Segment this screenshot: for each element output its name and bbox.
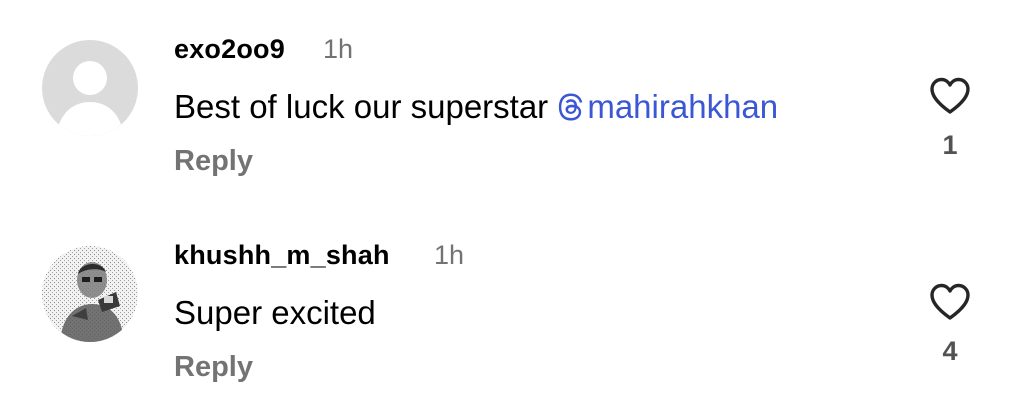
reply-button[interactable]: Reply (174, 145, 253, 178)
like-count: 4 (942, 336, 958, 366)
comment-text: Super excited (174, 294, 376, 331)
comment-timestamp: 1h (434, 240, 465, 270)
threads-icon (559, 93, 583, 121)
comment-item: khushh_m_shah 1h Super excited Reply 4 (0, 206, 1024, 396)
comment-username[interactable]: exo2oo9 (174, 34, 285, 65)
comment-username[interactable]: khushh_m_shah (174, 240, 390, 271)
comment-item: exo2oo9 1h Best of luck our superstar ma… (0, 0, 1024, 190)
user-avatar[interactable] (42, 246, 138, 342)
user-avatar-photo (42, 246, 138, 342)
like-count: 1 (942, 130, 958, 160)
mention-link[interactable]: mahirahkhan (557, 88, 778, 125)
comment-text-content: Best of luck our superstar (174, 88, 558, 125)
reply-button[interactable]: Reply (174, 351, 253, 384)
heart-outline-icon (930, 77, 970, 114)
comment-text: Best of luck our superstar mahirahkhan (174, 88, 778, 126)
like-button[interactable] (926, 72, 974, 120)
heart-outline-icon (930, 283, 970, 320)
default-avatar[interactable] (42, 40, 138, 136)
mention-username: mahirahkhan (587, 88, 779, 125)
like-button[interactable] (926, 278, 974, 326)
comment-timestamp: 1h (323, 34, 354, 64)
default-avatar-icon (42, 40, 138, 136)
